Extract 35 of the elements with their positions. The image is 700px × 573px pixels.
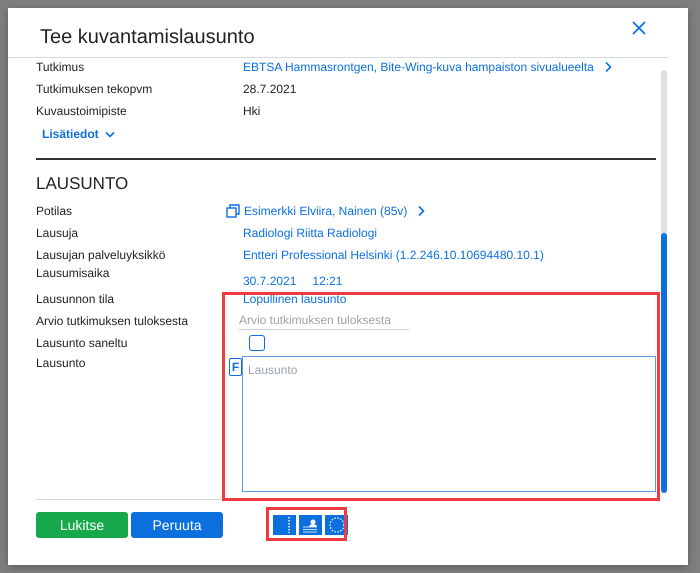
confirm-button[interactable]: Lukitse	[36, 512, 128, 538]
chevron-right-icon	[417, 205, 426, 217]
field-label: Tutkimuksen tekopvm	[36, 82, 154, 96]
patient-link[interactable]: Esimerkki Elviira, Nainen (85v)	[244, 204, 408, 218]
field-label: Lausunto	[36, 356, 86, 370]
section-heading: LAUSUNTO	[36, 174, 130, 194]
cancel-button[interactable]: Peruuta	[131, 512, 223, 538]
field-link[interactable]: Entteri Professional Helsinki (1.2.246.10.10694480.10.1)	[243, 248, 544, 262]
statement-field[interactable]: Lausunto	[242, 356, 656, 492]
chevron-down-icon	[104, 130, 115, 138]
scrollbar[interactable]	[661, 70, 667, 493]
field-label: Potilas	[36, 204, 74, 218]
field-value: 28.7.2021	[243, 82, 298, 96]
close-icon[interactable]	[632, 21, 646, 35]
field-link[interactable]: Lopullinen lausunto	[243, 292, 346, 306]
field-label: Lausuja	[36, 226, 80, 240]
format-button[interactable]: F	[229, 358, 242, 376]
field-label: Lausujan palveluyksikkö	[36, 248, 166, 262]
time-value: 12:21	[312, 274, 342, 288]
field-value: Hki	[243, 104, 262, 118]
person-card-icon[interactable]	[299, 515, 322, 535]
field-link[interactable]: Radiologi Riitta Radiologi	[243, 226, 378, 240]
date-value: 30.7.2021	[243, 274, 296, 288]
field-label: Lausunnon tila	[36, 292, 116, 306]
field-label: Tutkimus	[36, 60, 86, 74]
copy-icon	[226, 204, 240, 218]
input-field[interactable]: Arvio tutkimuksen tuloksesta	[239, 312, 409, 330]
chevron-right-icon	[604, 61, 612, 73]
examination-link[interactable]: EBTSA Hammasrontgen, Bite-Wing-kuva hampaiston sivualueelta	[243, 60, 594, 74]
field-label: Lausunto saneltu	[36, 336, 128, 350]
field-label: Lausumisaika	[36, 266, 110, 280]
checkbox[interactable]	[249, 335, 265, 351]
more-info-link[interactable]: Lisätiedot	[42, 124, 115, 144]
field-label: Kuvaustoimipiste	[36, 104, 128, 118]
dialog-title: Tee kuvantamislausunto	[40, 26, 255, 49]
